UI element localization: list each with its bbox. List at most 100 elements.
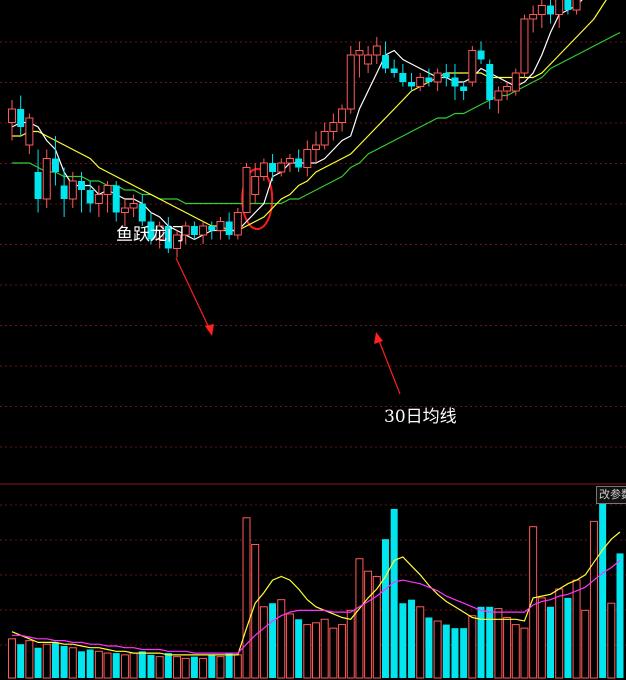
fish-leap-arrow-head (205, 324, 214, 336)
volume-bar-down (60, 645, 68, 678)
candle-body-up (338, 108, 347, 123)
candle-body-down (269, 163, 277, 172)
volume-bar-down (164, 653, 172, 678)
candle-body-up (68, 180, 77, 200)
fish-leap-annotation: 鱼跃龙门 (116, 225, 184, 245)
volume-bar-up (199, 657, 208, 679)
candle-body-up (364, 54, 373, 65)
candle-body-down (381, 55, 389, 69)
candle-body-up (494, 90, 503, 101)
candle-body-up (277, 162, 286, 173)
volume-bar-down (390, 508, 398, 678)
volume-bar-up (129, 652, 138, 679)
volume-bar-up (468, 615, 477, 679)
volume-bar-up (520, 627, 529, 679)
volume-bar-up (364, 570, 373, 679)
volume-bar-up (277, 599, 286, 679)
volume-bar-down (599, 501, 607, 678)
candle-body-up (555, 0, 564, 15)
volume-bar-down (138, 651, 146, 678)
volume-bar-up (8, 638, 16, 679)
volume-bar-up (103, 652, 112, 679)
volume-bar-up (529, 526, 538, 679)
candle-body-down (425, 77, 433, 82)
candle-body-down (564, 0, 572, 10)
volume-bar-down (564, 597, 572, 678)
volume-bar-up (329, 627, 338, 679)
volume-bar-up (181, 657, 190, 679)
volume-bars (8, 501, 624, 679)
candle-body-down (408, 82, 416, 87)
candle-body-down (399, 73, 407, 82)
volume-bar-up (233, 654, 242, 679)
volume-bar-up (94, 650, 103, 679)
volume-bar-up (303, 624, 312, 679)
candle-body-up (572, 0, 581, 11)
candle-body-up (329, 122, 338, 132)
volume-bar-down (616, 553, 624, 678)
candle-body-up (416, 77, 425, 87)
candle-body-up (346, 54, 355, 110)
ma30-arrow-head (374, 332, 383, 344)
candle-body-up (537, 5, 546, 15)
volume-bar-down (269, 603, 277, 678)
volume-bar-up (173, 656, 182, 679)
volume-bar-down (408, 599, 416, 678)
candle-body-down (442, 73, 450, 78)
volume-bar-up (312, 622, 320, 679)
volume-bar-down (547, 606, 555, 678)
volume-bar-down (477, 606, 485, 678)
candle-body-down (51, 158, 59, 172)
volume-bar-up (503, 616, 512, 679)
candle-body-down (190, 226, 198, 235)
volume-bar-up (589, 520, 598, 679)
candle-body-up (372, 45, 381, 56)
volume-bar-up (537, 597, 546, 679)
candle-body-down (86, 190, 94, 204)
volume-bar-down (77, 651, 85, 678)
candle-body-down (547, 5, 555, 15)
candle-body-down (138, 203, 146, 222)
volume-bar-down (147, 654, 155, 678)
volume-bar-down (399, 603, 407, 678)
volume-bar-up (511, 624, 520, 679)
volume-bar-down (208, 654, 216, 678)
stock-chart (0, 0, 626, 679)
volume-bar-down (425, 617, 433, 678)
candle-body-up (503, 86, 512, 92)
volume-bar-down (225, 653, 233, 678)
volume-bar-down (17, 644, 25, 678)
volume-bar-up (259, 606, 268, 679)
candle-body-up (216, 221, 225, 231)
candle-body-down (460, 86, 468, 91)
candle-body-down (486, 64, 494, 100)
volume-bar-up (572, 579, 581, 679)
volume-bar-up (120, 654, 129, 679)
volume-bar-up (216, 656, 225, 679)
volume-bar-down (460, 628, 468, 678)
volume-bar-up (355, 558, 364, 679)
volume-bar-up (338, 624, 347, 679)
candle-body-up (233, 212, 242, 236)
candle-body-down (225, 221, 233, 235)
candle-body-up (468, 50, 477, 83)
change-params-button[interactable]: 改参数 (596, 486, 626, 504)
volume-bar-up (346, 609, 355, 679)
volume-bar-down (381, 539, 389, 678)
volume-bar-down (451, 628, 459, 678)
volume-bar-up (416, 606, 425, 679)
candle-body-down (477, 50, 485, 60)
candle-body-down (60, 185, 68, 199)
candle-body-up (303, 149, 312, 168)
volume-bar-down (112, 653, 120, 678)
candle-body-up (251, 176, 260, 195)
candle-body-up (94, 194, 103, 204)
candle-body-down (112, 185, 120, 213)
volume-bar-up (320, 618, 329, 679)
candle-body-up (42, 158, 51, 200)
candle-body-down (34, 172, 42, 199)
volume-bar-up (155, 656, 164, 679)
ma30-line (12, 31, 621, 205)
candle-body-down (295, 158, 303, 168)
candle-body-down (451, 77, 459, 87)
